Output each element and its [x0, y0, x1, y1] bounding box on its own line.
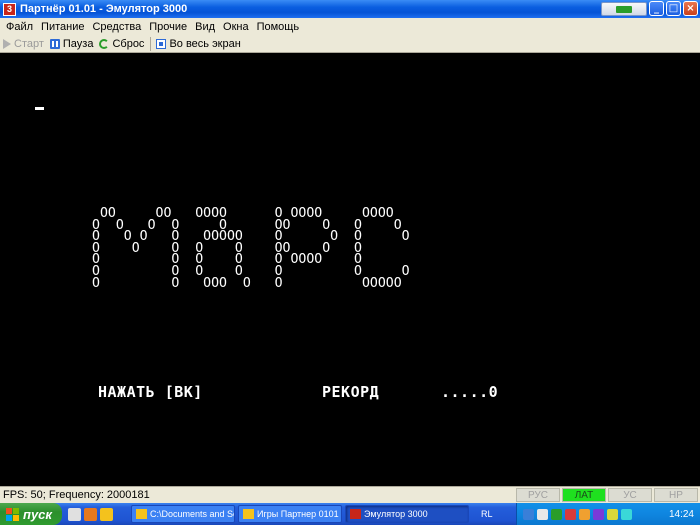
fullscreen-icon	[156, 38, 167, 49]
menu-file[interactable]: Файл	[2, 21, 37, 33]
maximize-button[interactable]: □	[666, 1, 681, 16]
folder-icon[interactable]	[100, 507, 113, 521]
tray-app-icon[interactable]	[621, 508, 632, 520]
antivirus-icon[interactable]	[565, 508, 576, 520]
volume-icon[interactable]	[607, 508, 618, 520]
taskbar: пуск C:\Documents and Se... Игры Партнер…	[0, 503, 700, 525]
indicator-nr: НР	[654, 488, 698, 502]
windows-logo-icon	[6, 507, 19, 521]
reset-icon	[99, 38, 110, 49]
task-label: C:\Documents and Se...	[150, 509, 234, 519]
menu-tools[interactable]: Средства	[88, 21, 145, 33]
play-icon	[3, 38, 11, 49]
menu-bar: Файл Питание Средства Прочие Вид Окна По…	[0, 18, 700, 35]
folder-icon	[243, 509, 254, 519]
press-prompt: НАЖАТЬ [ВК]	[98, 383, 203, 401]
fullscreen-label: Во весь экран	[169, 37, 241, 50]
task-label: Эмулятор 3000	[364, 509, 428, 519]
network-icon[interactable]	[523, 508, 534, 520]
menu-help[interactable]: Помощь	[253, 21, 304, 33]
pause-icon	[49, 38, 60, 49]
tray-app-icon[interactable]	[579, 508, 590, 520]
folder-icon	[136, 509, 147, 519]
status-bar: FPS: 50; Frequency: 2000181 РУС ЛАТ УС Н…	[0, 486, 700, 503]
record-value: .....0	[441, 383, 499, 401]
task-label: Игры Партнер 0101 ...	[257, 509, 342, 519]
menu-power[interactable]: Питание	[37, 21, 88, 33]
toolbar-separator	[150, 36, 152, 51]
reset-label: Сброс	[112, 37, 145, 50]
close-button[interactable]: ×	[683, 1, 698, 16]
menu-view[interactable]: Вид	[191, 21, 219, 33]
text-cursor	[35, 107, 44, 110]
record-label: РЕКОРД	[322, 383, 380, 401]
show-desktop-icon[interactable]	[68, 507, 81, 521]
tray-app-icon[interactable]	[551, 508, 562, 520]
pause-label: Пауза	[62, 37, 94, 50]
app-icon[interactable]: 3	[3, 2, 16, 16]
indicator-lat: ЛАТ	[562, 488, 606, 502]
minimize-button[interactable]: _	[649, 1, 664, 16]
tray-app-icon[interactable]	[537, 508, 548, 520]
indicator-rus: РУС	[516, 488, 560, 502]
indicator-us: УС	[608, 488, 652, 502]
title-bar[interactable]: 3 Партнёр 01.01 - Эмулятор 3000 _ □ ×	[0, 0, 700, 18]
reset-button[interactable]: Сброс	[99, 38, 144, 50]
start-label: Старт	[14, 37, 44, 50]
firefox-icon[interactable]	[84, 507, 97, 521]
system-tray: 14:24	[516, 503, 700, 525]
start-button[interactable]: Старт	[3, 38, 44, 50]
language-indicator[interactable]: RL	[481, 509, 493, 519]
game-logo: OO OO OOOO O OOOO OOOO O O O O O OO O O …	[92, 206, 410, 291]
tray-app-icon[interactable]	[593, 508, 604, 520]
start-menu-button[interactable]: пуск	[0, 503, 62, 525]
quick-launch	[68, 507, 128, 521]
menu-windows[interactable]: Окна	[219, 21, 253, 33]
status-text: FPS: 50; Frequency: 2000181	[3, 489, 150, 501]
start-menu-label: пуск	[23, 506, 52, 522]
menu-other[interactable]: Прочие	[145, 21, 191, 33]
fullscreen-button[interactable]: Во весь экран	[156, 37, 241, 50]
task-games-folder[interactable]: Игры Партнер 0101 ...	[238, 505, 342, 523]
task-explorer[interactable]: C:\Documents and Se...	[131, 505, 235, 523]
emulator-app-icon	[350, 509, 361, 519]
pause-button[interactable]: Пауза	[49, 37, 94, 50]
clock[interactable]: 14:24	[669, 509, 694, 520]
task-emulator[interactable]: Эмулятор 3000	[345, 505, 469, 523]
emulator-screen[interactable]: OO OO OOOO O OOOO OOOO O O O O O OO O O …	[0, 54, 700, 486]
window-title: Партнёр 01.01 - Эмулятор 3000	[20, 3, 188, 15]
toolbar: Старт Пауза Сброс Во весь экран	[0, 35, 700, 53]
title-extension-icon[interactable]	[601, 1, 647, 16]
